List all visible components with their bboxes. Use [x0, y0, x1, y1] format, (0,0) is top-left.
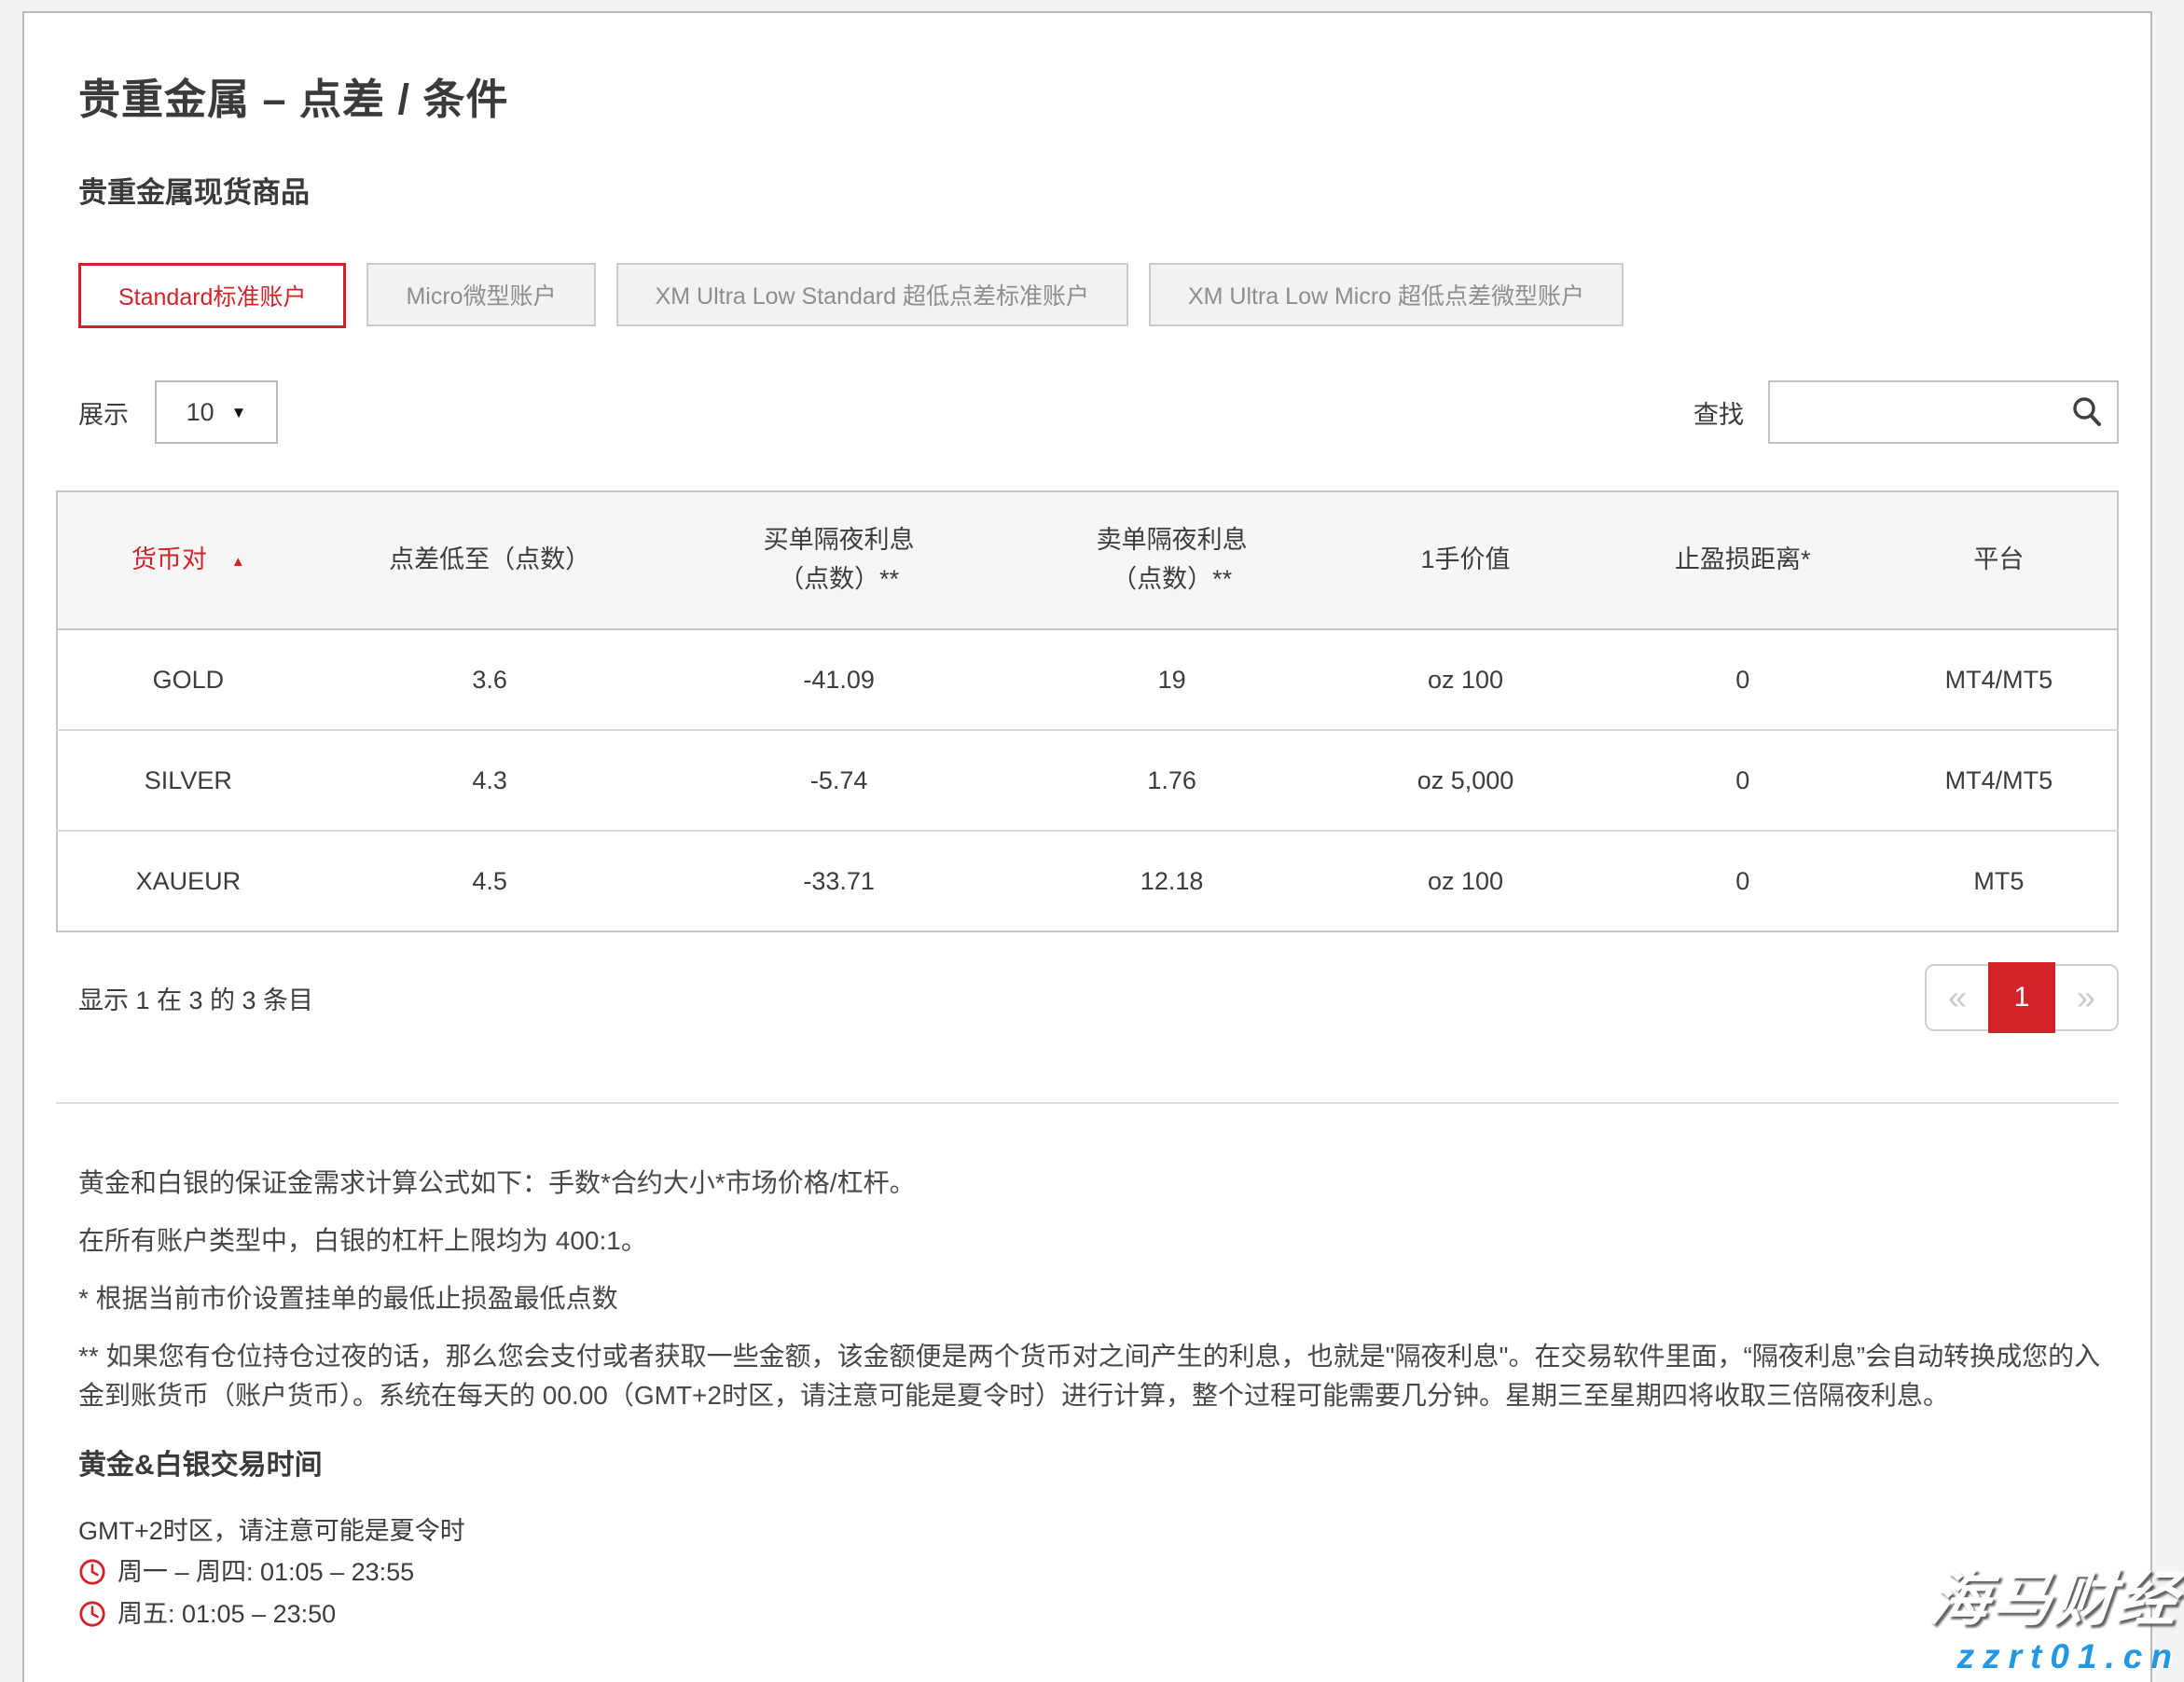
- cell-symbol: SILVER: [57, 730, 319, 831]
- swap-long-header-line2: （点数）**: [662, 560, 1016, 600]
- table-footer: 显示 1 在 3 的 3 条目 « 1 »: [56, 962, 2119, 1033]
- page-size-value: 10: [187, 398, 214, 427]
- swap-short-header-line2: （点数）**: [1018, 560, 1326, 600]
- pagination: « 1 »: [1925, 962, 2119, 1033]
- note-margin-formula: 黄金和白银的保证金需求计算公式如下：手数*合约大小*市场价格/杠杆。: [78, 1164, 2109, 1203]
- tab-micro-account[interactable]: Micro微型账户: [366, 263, 595, 326]
- cell-spread: 4.5: [319, 831, 661, 931]
- page-subtitle: 贵重金属现货商品: [78, 169, 2119, 211]
- pagination-prev-button[interactable]: «: [1925, 964, 1990, 1031]
- cell-swap-long: -33.71: [661, 831, 1017, 931]
- cell-lot-value: oz 100: [1326, 831, 1604, 931]
- schedule-weekdays: 周一 – 周四: 01:05 – 23:55: [78, 1555, 2119, 1589]
- clock-icon: [78, 1600, 106, 1628]
- cell-swap-short: 19: [1017, 629, 1327, 730]
- stop-level-header-label: 止盈损距离*: [1675, 545, 1811, 573]
- account-type-tabs: Standard标准账户 Micro微型账户 XM Ultra Low Stan…: [78, 263, 2119, 328]
- schedule-friday: 周五: 01:05 – 23:50: [78, 1597, 2119, 1631]
- cell-swap-short: 1.76: [1017, 730, 1327, 831]
- chevrons-right-icon: »: [2077, 978, 2095, 1017]
- page-title: 贵重金属 – 点差 / 条件: [78, 65, 2119, 126]
- cell-stop-level: 0: [1605, 730, 1881, 831]
- margin-notes: 黄金和白银的保证金需求计算公式如下：手数*合约大小*市场价格/杠杆。 在所有账户…: [78, 1164, 2109, 1415]
- note-silver-leverage: 在所有账户类型中，白银的杠杆上限均为 400:1。: [78, 1221, 2109, 1261]
- spreads-table: 货币对 ▲ 点差低至（点数） 买单隔夜利息 （点数）** 卖单隔夜利息 （点数）*…: [56, 490, 2119, 932]
- column-header-swap-long[interactable]: 买单隔夜利息 （点数）**: [661, 491, 1017, 629]
- table-row-xaueur: XAUEUR 4.5 -33.71 12.18 oz 100 0 MT5: [57, 831, 2118, 931]
- cell-symbol: GOLD: [57, 629, 319, 730]
- pagination-next-button[interactable]: »: [2053, 964, 2119, 1031]
- page-size-select[interactable]: 10 ▼: [155, 380, 278, 444]
- cell-swap-long: -41.09: [661, 629, 1017, 730]
- cell-swap-short: 12.18: [1017, 831, 1327, 931]
- cell-platform: MT5: [1881, 831, 2118, 931]
- search-icon: [2070, 395, 2104, 434]
- table-row-silver: SILVER 4.3 -5.74 1.76 oz 5,000 0 MT4/MT5: [57, 730, 2118, 831]
- clock-icon: [78, 1558, 106, 1586]
- pagination-page-1-button[interactable]: 1: [1988, 962, 2055, 1033]
- cell-platform: MT4/MT5: [1881, 730, 2118, 831]
- cell-lot-value: oz 100: [1326, 629, 1604, 730]
- section-divider: [56, 1102, 2119, 1104]
- tab-ultra-low-standard-account[interactable]: XM Ultra Low Standard 超低点差标准账户: [616, 263, 1128, 326]
- trading-hours-heading: 黄金&白银交易时间: [78, 1441, 2119, 1482]
- site-watermark: 海马财经 zzrt01.cn: [1930, 1551, 2180, 1676]
- cell-platform: MT4/MT5: [1881, 629, 2118, 730]
- search-label: 查找: [1693, 394, 1744, 431]
- cell-swap-long: -5.74: [661, 730, 1017, 831]
- entries-summary: 显示 1 在 3 的 3 条目: [78, 980, 313, 1016]
- column-header-swap-short[interactable]: 卖单隔夜利息 （点数）**: [1017, 491, 1327, 629]
- watermark-site-name: 海马财经: [1926, 1551, 2184, 1637]
- table-controls: 展示 10 ▼ 查找: [78, 380, 2119, 444]
- show-entries-label: 展示: [78, 394, 129, 431]
- swap-short-header-line1: 卖单隔夜利息: [1018, 521, 1326, 560]
- schedule-friday-text: 周五: 01:05 – 23:50: [117, 1597, 336, 1631]
- watermark-site-url: zzrt01.cn: [1930, 1637, 2180, 1676]
- column-header-platform[interactable]: 平台: [1881, 491, 2118, 629]
- symbol-header-label: 货币对: [131, 545, 207, 573]
- search-box: [1768, 380, 2119, 444]
- note-stop-level: * 根据当前市价设置挂单的最低止损盈最低点数: [78, 1279, 2109, 1318]
- cell-symbol: XAUEUR: [57, 831, 319, 931]
- column-header-stop-level[interactable]: 止盈损距离*: [1605, 491, 1881, 629]
- table-row-gold: GOLD 3.6 -41.09 19 oz 100 0 MT4/MT5: [57, 629, 2118, 730]
- column-header-lot-value[interactable]: 1手价值: [1326, 491, 1604, 629]
- swap-long-header-line1: 买单隔夜利息: [662, 521, 1016, 560]
- sort-ascending-icon: ▲: [231, 554, 245, 570]
- cell-lot-value: oz 5,000: [1326, 730, 1604, 831]
- cell-spread: 3.6: [319, 629, 661, 730]
- platform-header-label: 平台: [1973, 545, 2024, 573]
- chevron-down-icon: ▼: [231, 405, 247, 420]
- chevrons-left-icon: «: [1948, 978, 1967, 1017]
- tab-ultra-low-micro-account[interactable]: XM Ultra Low Micro 超低点差微型账户: [1149, 263, 1624, 326]
- cell-spread: 4.3: [319, 730, 661, 831]
- cell-stop-level: 0: [1605, 629, 1881, 730]
- column-header-spread[interactable]: 点差低至（点数）: [319, 491, 661, 629]
- tab-standard-account[interactable]: Standard标准账户: [78, 263, 346, 328]
- trading-hours: GMT+2时区，请注意可能是夏令时 周一 – 周四: 01:05 – 23:55…: [78, 1510, 2119, 1631]
- table-header-row: 货币对 ▲ 点差低至（点数） 买单隔夜利息 （点数）** 卖单隔夜利息 （点数）*…: [57, 491, 2118, 629]
- cell-stop-level: 0: [1605, 831, 1881, 931]
- timezone-note: GMT+2时区，请注意可能是夏令时: [78, 1510, 2119, 1547]
- content-card: 贵重金属 – 点差 / 条件 贵重金属现货商品 Standard标准账户 Mic…: [22, 11, 2152, 1682]
- note-swap-explanation: ** 如果您有仓位持仓过夜的话，那么您会支付或者获取一些金额，该金额便是两个货币…: [78, 1337, 2109, 1415]
- column-header-symbol[interactable]: 货币对 ▲: [57, 491, 319, 629]
- spread-header-label: 点差低至（点数）: [389, 545, 590, 573]
- lot-value-header-label: 1手价值: [1421, 545, 1511, 573]
- schedule-weekdays-text: 周一 – 周四: 01:05 – 23:55: [117, 1555, 414, 1589]
